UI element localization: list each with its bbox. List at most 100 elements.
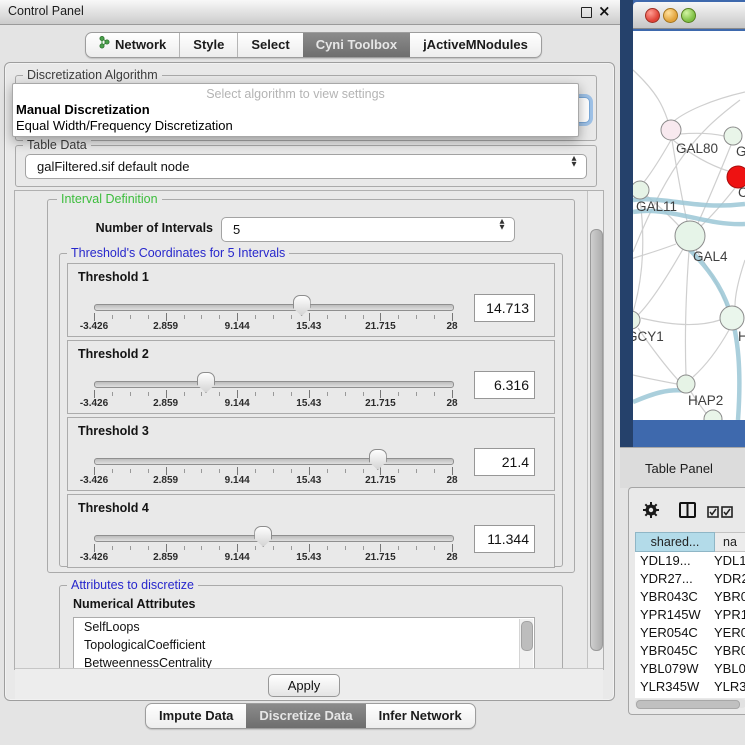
threshold-4-value-field[interactable]: 11.344 <box>474 525 535 553</box>
ruler-tick <box>380 390 381 398</box>
threshold-2-value-field[interactable]: 6.316 <box>474 371 535 399</box>
ruler-tick <box>345 315 346 319</box>
tab-jactivemnodules[interactable]: jActiveMNodules <box>410 33 541 57</box>
ruler-tick <box>166 467 167 475</box>
cell-name[interactable]: YBR0 <box>714 588 745 606</box>
ruler-tick <box>273 392 274 396</box>
split-columns-icon[interactable] <box>679 502 696 523</box>
column-header-name[interactable]: na <box>715 532 745 552</box>
cell-name[interactable]: YER0 <box>714 624 745 642</box>
app-root: Control Panel × Network Style Select Cyn… <box>0 0 745 745</box>
cell-shared-name[interactable]: YBR043C <box>635 588 714 606</box>
ruler-tick <box>219 469 220 473</box>
network-node-label: H <box>738 329 745 344</box>
tab-select[interactable]: Select <box>237 33 302 57</box>
mac-zoom-button[interactable] <box>681 8 696 23</box>
table-row[interactable]: YBR043CYBR0 <box>635 588 745 606</box>
scale-label: 9.144 <box>207 321 267 332</box>
ruler-tick <box>130 469 131 473</box>
cell-name[interactable]: YBR0 <box>714 642 745 660</box>
table-row[interactable]: YPR145WYPR1 <box>635 606 745 624</box>
numerical-attributes-list[interactable]: SelfLoopsTopologicalCoefficientBetweenne… <box>73 617 535 670</box>
mac-minimize-button[interactable] <box>663 8 678 23</box>
cell-shared-name[interactable]: YER054C <box>635 624 714 642</box>
ruler-tick <box>452 467 453 475</box>
cell-name[interactable]: YDR2 <box>714 570 745 588</box>
float-window-icon[interactable] <box>581 7 592 18</box>
gear-icon[interactable] <box>642 501 660 524</box>
mac-close-button[interactable] <box>645 8 660 23</box>
table-row[interactable]: YDL19...YDL1 <box>635 552 745 570</box>
checkbox-icon[interactable] <box>707 505 719 523</box>
network-canvas[interactable]: GAL80GACGAL11GAL4GCY1HHAP2 <box>633 31 745 420</box>
table-row[interactable]: YDR27...YDR2 <box>635 570 745 588</box>
attribute-list-item[interactable]: TopologicalCoefficient <box>74 636 534 654</box>
threshold-4-slider-track[interactable] <box>94 535 454 542</box>
attributes-group-title: Attributes to discretize <box>67 579 198 592</box>
network-node-gal80[interactable] <box>661 120 681 140</box>
network-node-label: GAL80 <box>676 141 718 156</box>
tab-network[interactable]: Network <box>86 33 179 57</box>
popup-option-equal-width[interactable]: Equal Width/Frequency Discretization <box>16 118 233 133</box>
column-header-shared-name[interactable]: shared... <box>635 532 715 552</box>
popup-option-manual[interactable]: Manual Discretization <box>16 102 150 117</box>
threshold-1-slider-track[interactable] <box>94 304 454 311</box>
cell-shared-name[interactable]: YPR145W <box>635 606 714 624</box>
cell-name[interactable]: YBL0 <box>714 660 745 678</box>
scale-label: -3.426 <box>64 321 124 332</box>
cell-shared-name[interactable]: YIL052C <box>635 696 714 698</box>
table-row[interactable]: YBL079WYBL0 <box>635 660 745 678</box>
num-intervals-combo[interactable]: 5 ▲▼ <box>221 217 515 242</box>
table-row[interactable]: YBR045CYBR0 <box>635 642 745 660</box>
network-node-gal4[interactable] <box>675 221 705 251</box>
network-node-hap2[interactable] <box>677 375 695 393</box>
apply-button[interactable]: Apply <box>268 674 340 697</box>
table-data-combo[interactable]: galFiltered.sif default node ▲▼ <box>25 154 587 179</box>
cell-name[interactable]: YDL1 <box>714 552 745 570</box>
ruler-tick <box>416 469 417 473</box>
table-row[interactable]: YLR345WYLR3 <box>635 678 745 696</box>
table-row[interactable]: YIL052CYIL0 <box>635 696 745 698</box>
cell-shared-name[interactable]: YDL19... <box>635 552 714 570</box>
threshold-3-value-field[interactable]: 21.4 <box>474 448 535 476</box>
threshold-1-value-field[interactable]: 14.713 <box>474 294 535 322</box>
ruler-tick <box>255 315 256 319</box>
network-node-label: GCY1 <box>633 329 664 344</box>
cell-shared-name[interactable]: YDR27... <box>635 570 714 588</box>
ruler-tick <box>416 315 417 319</box>
attributes-list-scrollbar[interactable] <box>519 619 533 670</box>
cell-shared-name[interactable]: YLR345W <box>635 678 714 696</box>
ruler-tick <box>255 469 256 473</box>
close-icon[interactable]: × <box>598 2 611 20</box>
cell-name[interactable]: YIL0 <box>714 696 745 698</box>
settings-scrollbar[interactable] <box>587 191 603 669</box>
network-node-gal11[interactable] <box>633 181 649 199</box>
tab-impute-data[interactable]: Impute Data <box>146 704 246 728</box>
network-node-ga[interactable] <box>724 127 742 145</box>
cell-shared-name[interactable]: YBR045C <box>635 642 714 660</box>
network-window-titlebar[interactable] <box>633 2 745 29</box>
scale-label: 21.715 <box>350 552 410 563</box>
ruler-tick <box>291 392 292 396</box>
ruler-tick <box>184 546 185 550</box>
tab-discretize-data[interactable]: Discretize Data <box>246 704 365 728</box>
apply-strip: Apply <box>15 668 603 699</box>
ruler-tick <box>345 469 346 473</box>
attribute-list-item[interactable]: SelfLoops <box>74 618 534 636</box>
cell-name[interactable]: YLR3 <box>714 678 745 696</box>
checkbox-icon[interactable] <box>721 505 733 523</box>
ruler-tick <box>219 546 220 550</box>
table-horizontal-scrollbar[interactable] <box>635 699 745 708</box>
threshold-3-slider-track[interactable] <box>94 458 454 465</box>
threshold-2-slider-track[interactable] <box>94 381 454 388</box>
ruler-tick <box>184 392 185 396</box>
tab-infer-network[interactable]: Infer Network <box>366 704 475 728</box>
cell-name[interactable]: YPR1 <box>714 606 745 624</box>
cell-shared-name[interactable]: YBL079W <box>635 660 714 678</box>
table-body[interactable]: YDL19...YDL1YDR27...YDR2YBR043CYBR0YPR14… <box>635 552 745 698</box>
tab-style[interactable]: Style <box>179 33 237 57</box>
tab-cyni-toolbox[interactable]: Cyni Toolbox <box>303 33 410 57</box>
network-node[interactable] <box>704 410 722 420</box>
table-row[interactable]: YER054CYER0 <box>635 624 745 642</box>
network-node-h[interactable] <box>720 306 744 330</box>
